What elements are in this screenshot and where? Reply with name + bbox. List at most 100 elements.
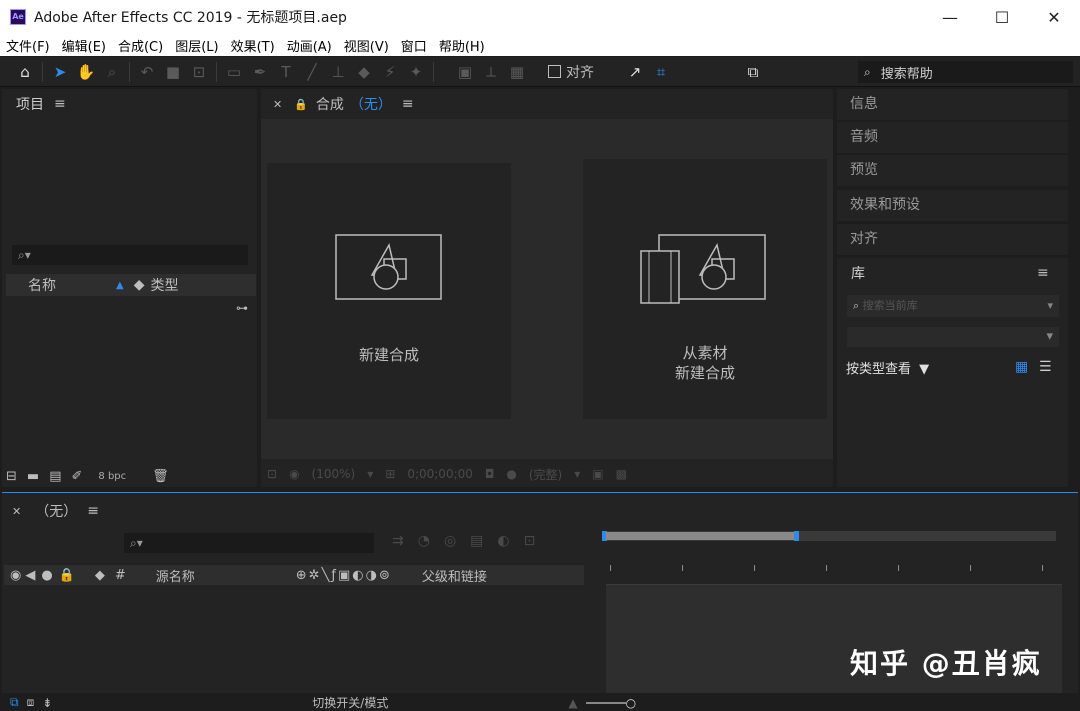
list-view-icon[interactable]: ☰ (1039, 359, 1052, 375)
adjust-settings-icon[interactable]: ✐ (72, 469, 83, 484)
chevron-down-icon[interactable]: ▾ (1047, 295, 1053, 317)
close-tab-icon[interactable]: ✕ (12, 505, 21, 518)
bit-depth-button[interactable]: 8 bpc (98, 471, 126, 482)
time-ruler[interactable] (606, 565, 1062, 585)
layer-number-header[interactable]: # (115, 568, 126, 583)
rectangle-tool-icon[interactable]: ▭ (221, 60, 247, 84)
always-preview-icon[interactable]: ⊡ (267, 467, 277, 481)
resolution-dropdown[interactable]: (完整) (529, 466, 562, 483)
source-name-header[interactable]: 源名称 (156, 566, 296, 585)
zoom-slider-handle[interactable]: ○ (626, 696, 636, 710)
zoom-tool-icon[interactable]: ⌕ (99, 60, 125, 84)
parent-link-header[interactable]: 父级和链接 (422, 566, 487, 585)
work-area-bar[interactable] (602, 531, 1056, 541)
menu-layer[interactable]: 图层(L) (175, 36, 218, 55)
chevron-down-icon[interactable]: ▾ (1046, 329, 1053, 344)
menu-edit[interactable]: 编辑(E) (62, 36, 106, 55)
frame-blending-icon[interactable]: ▤ (470, 533, 497, 549)
region-of-interest-icon[interactable]: ▣ (592, 467, 603, 481)
comp-mini-flowchart-icon[interactable]: ⇉ (392, 533, 418, 549)
new-comp-from-footage-card[interactable]: 从素材 新建合成 (583, 159, 827, 419)
close-tab-icon[interactable]: ✕ (273, 98, 282, 111)
selection-tool-icon[interactable]: ➤ (47, 60, 73, 84)
hand-tool-icon[interactable]: ✋ (73, 60, 99, 84)
lock-toggle-icon[interactable]: 🔒 (59, 568, 75, 583)
search-help-field[interactable]: ⌕ 搜索帮助 (858, 61, 1073, 83)
library-search-input[interactable]: ⌕ 搜索当前库 ▾ (847, 295, 1059, 317)
preview-panel-tab[interactable]: 预览 (837, 155, 1068, 186)
effects-presets-panel-tab[interactable]: 效果和预设 (837, 190, 1068, 221)
menu-view[interactable]: 视图(V) (344, 36, 389, 55)
view-by-type-dropdown[interactable]: 按类型查看 ▼ (846, 358, 929, 377)
grid-view-icon[interactable]: ▦ (1015, 359, 1028, 375)
new-composition-icon[interactable]: ▤ (49, 469, 61, 484)
clone-stamp-tool-icon[interactable]: ⊥ (325, 60, 351, 84)
render-time-icon[interactable]: ⧉ (10, 695, 19, 710)
transparency-grid-icon[interactable]: ▩ (616, 467, 627, 481)
col-name-header[interactable]: 名称 (28, 275, 116, 295)
maximize-button[interactable]: ☐ (976, 0, 1028, 34)
delete-icon[interactable]: 🗑 (152, 469, 169, 484)
new-folder-icon[interactable]: ▬ (27, 469, 39, 484)
composition-name[interactable]: （无） (350, 94, 392, 114)
timecode-display[interactable]: 0;00;00;00 (407, 467, 473, 481)
show-channel-icon[interactable]: ● (506, 467, 516, 481)
pan-behind-tool-icon[interactable]: ⊡ (186, 60, 212, 84)
eraser-tool-icon[interactable]: ◆ (351, 60, 377, 84)
project-search-input[interactable]: ⌕▾ (12, 245, 248, 265)
workspace-icon[interactable]: ⧉ (740, 60, 766, 84)
zoom-dropdown[interactable]: (100%) (312, 467, 356, 481)
menu-effect[interactable]: 效果(T) (231, 36, 275, 55)
timeline-comp-name[interactable]: （无） (35, 501, 77, 521)
graph-editor-icon[interactable]: ⊡ (524, 533, 550, 549)
draft-3d-icon[interactable]: ◔ (418, 533, 444, 549)
lock-icon[interactable]: 🔒 (294, 98, 308, 111)
solo-toggle-icon[interactable]: ● (41, 568, 52, 583)
in-out-icon[interactable]: ⇟ (42, 696, 52, 710)
flowchart-icon[interactable]: ⊶ (236, 301, 248, 315)
brush-tool-icon[interactable]: ╱ (299, 60, 325, 84)
timeline-search-input[interactable]: ⌕▾ (124, 533, 374, 553)
align-checkbox[interactable] (548, 65, 561, 78)
col-type-header[interactable]: 类型 (150, 275, 178, 295)
camera-tool-icon[interactable]: ■ (160, 60, 186, 84)
shy-icon[interactable]: ◎ (444, 533, 470, 549)
align-toggle[interactable]: 对齐 (548, 62, 594, 82)
video-toggle-icon[interactable]: ◉ (10, 568, 21, 583)
panel-menu-icon[interactable]: ≡ (402, 96, 414, 112)
motion-blur-icon[interactable]: ◐ (497, 533, 523, 549)
menu-composition[interactable]: 合成(C) (118, 36, 163, 55)
puppet-pin-tool-icon[interactable]: ✦ (403, 60, 429, 84)
interpret-footage-icon[interactable]: ⊟ (6, 469, 17, 484)
menu-window[interactable]: 窗口 (401, 36, 427, 55)
label-tag-icon[interactable]: ◆ (134, 277, 145, 293)
composition-panel-title[interactable]: 合成 (316, 94, 344, 114)
safe-margins-icon[interactable]: ⊞ (385, 467, 395, 481)
new-composition-card[interactable]: 新建合成 (267, 163, 511, 419)
minimize-button[interactable]: — (924, 0, 976, 34)
type-tool-icon[interactable]: T (273, 60, 299, 84)
rotate-tool-icon[interactable]: ↶ (134, 60, 160, 84)
project-panel-title[interactable]: 项目 (16, 94, 44, 114)
pen-tool-icon[interactable]: ✒ (247, 60, 273, 84)
zoom-slider[interactable] (585, 701, 626, 704)
label-tag-icon[interactable]: ◆ (95, 568, 105, 583)
menu-help[interactable]: 帮助(H) (439, 36, 485, 55)
roto-brush-tool-icon[interactable]: ⚡ (377, 60, 403, 84)
expand-flags-icon[interactable]: ⧈ (27, 695, 35, 710)
work-area-range[interactable] (606, 532, 794, 540)
panel-menu-icon[interactable]: ≡ (87, 503, 99, 519)
camera-snapshot-icon[interactable]: ◘ (485, 467, 495, 481)
panel-menu-icon[interactable]: ≡ (54, 96, 66, 112)
library-dropdown[interactable]: ▾ (847, 327, 1059, 347)
view-axis-icon[interactable]: ▦ (504, 60, 530, 84)
mask-visibility-icon[interactable]: ◉ (289, 467, 299, 481)
local-axis-icon[interactable]: ▣ (452, 60, 478, 84)
timeline-layer-list[interactable] (4, 585, 600, 693)
world-axis-icon[interactable]: ⟂ (478, 60, 504, 84)
chevron-down-icon[interactable]: ▾ (367, 467, 373, 481)
audio-panel-tab[interactable]: 音频 (837, 122, 1068, 153)
zoom-out-icon[interactable]: ▲ (568, 696, 577, 710)
library-panel-title[interactable]: 库 (851, 263, 865, 283)
align-panel-tab[interactable]: 对齐 (837, 224, 1068, 255)
